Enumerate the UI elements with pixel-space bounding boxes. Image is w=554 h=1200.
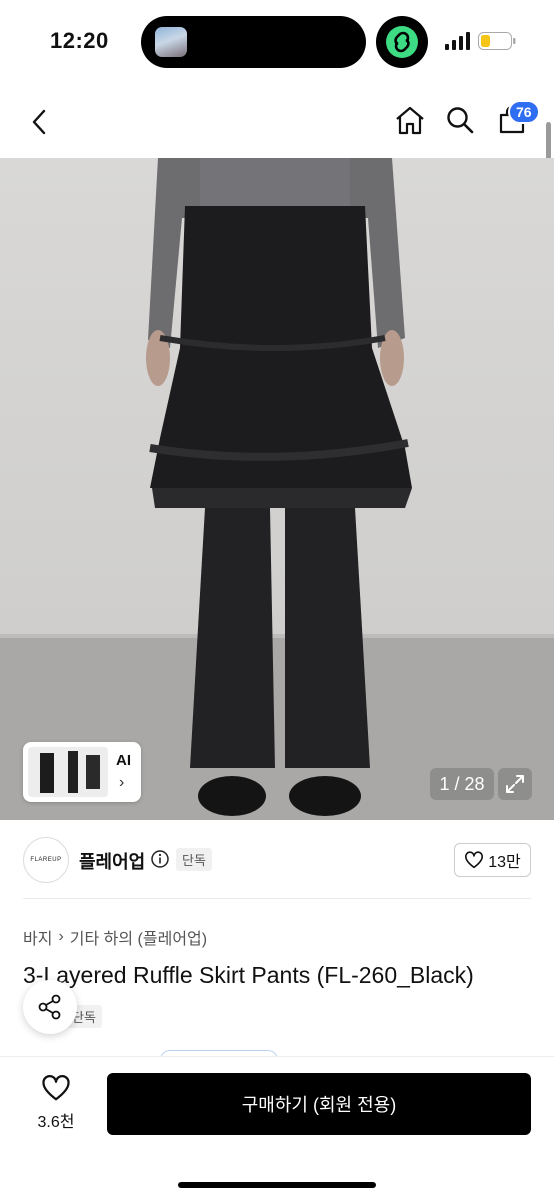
- product-image[interactable]: [0, 158, 554, 820]
- ai-similar-card[interactable]: AI ›: [23, 742, 141, 802]
- heart-icon: [465, 851, 484, 869]
- share-button[interactable]: [23, 980, 77, 1034]
- home-icon: [396, 106, 424, 135]
- breadcrumb-separator: ›: [58, 928, 64, 945]
- back-button[interactable]: [22, 104, 58, 140]
- media-thumbnail: [155, 27, 187, 57]
- shop-like-count: 13만: [488, 854, 521, 871]
- dynamic-island: [141, 16, 366, 68]
- fullscreen-button[interactable]: [498, 768, 532, 800]
- image-counter: 1 / 28: [430, 768, 494, 800]
- breadcrumb-category[interactable]: 바지: [23, 925, 52, 949]
- home-indicator[interactable]: [178, 1182, 376, 1188]
- status-bar: 12:20: [0, 0, 554, 84]
- exclusive-badge: 단독: [176, 848, 212, 871]
- ai-label: AI: [116, 752, 131, 769]
- similar-items-thumbnail: [28, 747, 108, 797]
- shop-name[interactable]: 플레어업: [79, 848, 145, 874]
- shop-logo[interactable]: FLAREUP: [23, 837, 69, 883]
- home-button[interactable]: [392, 102, 428, 138]
- status-time: 12:20: [50, 28, 109, 53]
- product-photo: [0, 158, 554, 820]
- buy-button[interactable]: 구매하기 (회원 전용): [107, 1073, 531, 1135]
- info-icon[interactable]: [151, 850, 169, 868]
- share-icon: [38, 994, 61, 1020]
- top-nav: [0, 84, 554, 158]
- chevron-right-icon: ›: [119, 774, 125, 791]
- expand-icon: [506, 775, 524, 793]
- wishlist-button[interactable]: 3.6천: [22, 1074, 90, 1132]
- signal-icon: [445, 32, 470, 50]
- heart-icon: [42, 1075, 70, 1101]
- link-app-icon: [376, 16, 428, 68]
- wishlist-count: 3.6천: [37, 1114, 75, 1131]
- divider: [23, 898, 531, 899]
- search-icon: [447, 107, 474, 134]
- search-button[interactable]: [442, 102, 478, 138]
- battery-icon: [478, 32, 516, 50]
- product-title: 3-Layered Ruffle Skirt Pants (FL-260_Bla…: [23, 962, 474, 988]
- cart-count-badge: 76: [508, 100, 540, 124]
- shop-like-button[interactable]: 13만: [454, 843, 531, 877]
- breadcrumb-subcategory[interactable]: 기타 하의 (플레어업): [70, 925, 207, 949]
- back-icon: [32, 109, 46, 135]
- breadcrumb: 바지 › 기타 하의 (플레어업): [23, 925, 207, 949]
